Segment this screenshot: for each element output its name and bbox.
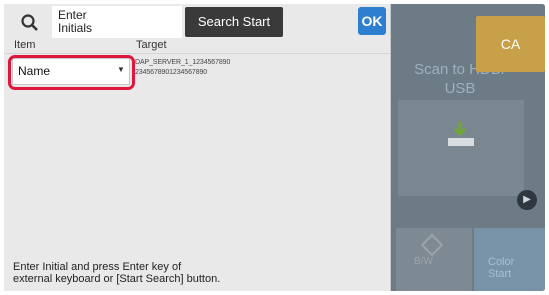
search-start-button[interactable]: Search Start — [185, 7, 283, 37]
header-divider — [4, 53, 390, 54]
initials-input[interactable]: Enter Initials — [52, 6, 182, 38]
target-value: DAP_SERVER_1_1234567890 2345678901234567… — [135, 59, 231, 76]
highlight-outline — [8, 55, 135, 90]
bw-label: B/W — [414, 256, 433, 267]
ca-button: CA — [476, 16, 545, 72]
column-header-target: Target — [136, 39, 167, 51]
instruction-text: Enter Initial and press Enter key of ext… — [13, 261, 221, 285]
initials-placeholder: Enter Initials — [58, 8, 93, 35]
search-dialog: Enter Initials Search Start OK Item Targ… — [4, 4, 391, 291]
column-header-item: Item — [14, 39, 36, 51]
play-icon: ▶ — [517, 190, 537, 210]
scan-to-usb-icon — [448, 122, 474, 146]
scan-tile — [398, 100, 524, 196]
ok-button[interactable]: OK — [358, 7, 386, 35]
search-icon[interactable] — [20, 13, 40, 33]
color-start-label: Color Start — [488, 256, 515, 280]
